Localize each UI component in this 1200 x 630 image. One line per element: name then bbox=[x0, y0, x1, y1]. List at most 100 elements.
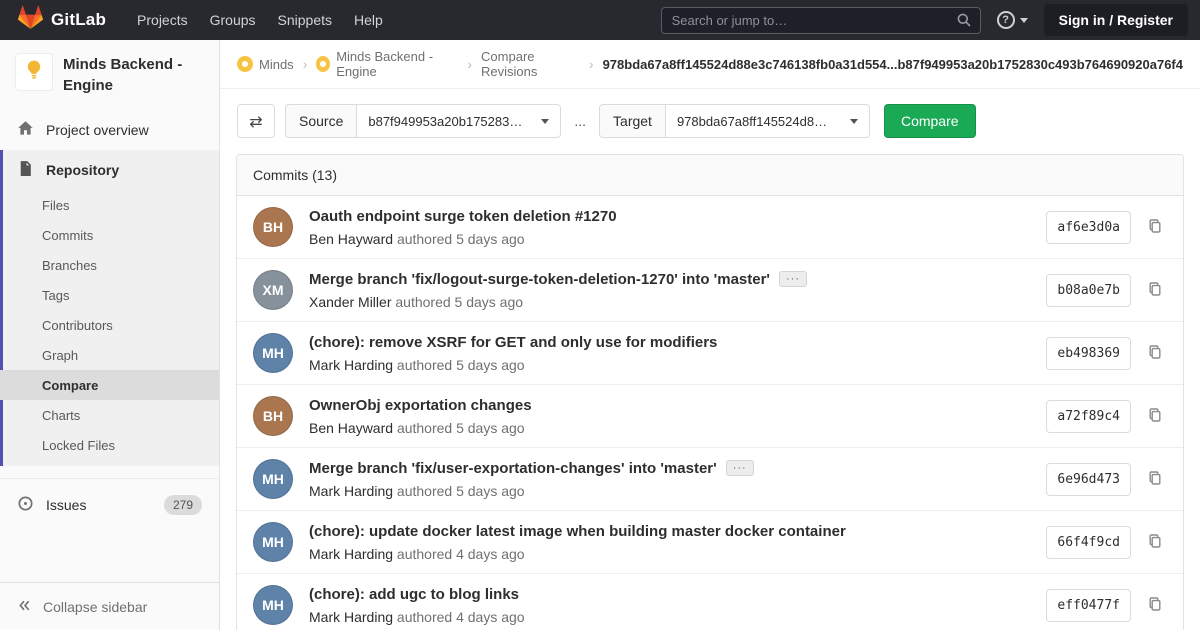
commit-authored-time: authored 4 days ago bbox=[397, 546, 525, 562]
sidebar-subitem-graph[interactable]: Graph bbox=[0, 340, 219, 370]
commits-header: Commits (13) bbox=[237, 155, 1183, 196]
sidebar-subitem-files[interactable]: Files bbox=[0, 190, 219, 220]
issues-icon bbox=[17, 495, 34, 515]
search-icon bbox=[956, 12, 972, 33]
avatar[interactable]: XM bbox=[253, 270, 293, 310]
breadcrumb-separator: › bbox=[303, 56, 308, 72]
breadcrumb-group-label: Minds bbox=[259, 57, 294, 72]
commit-author-link[interactable]: Mark Harding bbox=[309, 609, 393, 625]
commit-author-link[interactable]: Ben Hayward bbox=[309, 231, 393, 247]
avatar-initials: BH bbox=[263, 219, 283, 235]
project-avatar-icon bbox=[316, 56, 330, 72]
avatar[interactable]: MH bbox=[253, 585, 293, 625]
source-revision-dropdown[interactable]: b87f949953a20b175283… bbox=[356, 104, 561, 138]
commit-authored-time: authored 5 days ago bbox=[397, 483, 525, 499]
breadcrumb-project-link[interactable]: Minds Backend - Engine bbox=[316, 49, 458, 79]
repository-icon bbox=[17, 160, 34, 180]
commit-author-link[interactable]: Xander Miller bbox=[309, 294, 391, 310]
sign-in-register-button[interactable]: Sign in / Register bbox=[1044, 4, 1188, 36]
commit-sha[interactable]: a72f89c4 bbox=[1046, 400, 1131, 433]
repository-submenu: Files Commits Branches Tags Contributors… bbox=[0, 190, 219, 460]
navbar-item-groups[interactable]: Groups bbox=[199, 6, 267, 34]
sidebar-subitem-charts[interactable]: Charts bbox=[0, 400, 219, 430]
sidebar-subitem-locked-files[interactable]: Locked Files bbox=[0, 430, 219, 460]
commit-sha[interactable]: 6e96d473 bbox=[1046, 463, 1131, 496]
avatar[interactable]: MH bbox=[253, 522, 293, 562]
sidebar-subitem-commits[interactable]: Commits bbox=[0, 220, 219, 250]
commit-title-link[interactable]: (chore): update docker latest image when… bbox=[309, 523, 846, 540]
sidebar-item-project-overview[interactable]: Project overview bbox=[0, 110, 219, 150]
sidebar-item-label: Project overview bbox=[46, 122, 149, 138]
commit-author-link[interactable]: Ben Hayward bbox=[309, 420, 393, 436]
avatar-initials: MH bbox=[262, 345, 284, 361]
copy-commit-sha-button[interactable] bbox=[1143, 214, 1167, 241]
compare-button[interactable]: Compare bbox=[884, 104, 976, 138]
sidebar-item-repository[interactable]: Repository bbox=[0, 150, 219, 190]
sidebar-item-issues[interactable]: Issues 279 bbox=[0, 485, 219, 525]
commit-author-link[interactable]: Mark Harding bbox=[309, 483, 393, 499]
target-revision-value: 978bda67a8ff145524d8… bbox=[677, 114, 827, 129]
expand-commit-description-button[interactable]: ··· bbox=[779, 271, 807, 287]
sidebar-subitem-tags[interactable]: Tags bbox=[0, 280, 219, 310]
commit-title-link[interactable]: Merge branch 'fix/user-exportation-chang… bbox=[309, 460, 717, 477]
clipboard-icon bbox=[1147, 407, 1163, 423]
project-title[interactable]: Minds Backend - Engine bbox=[63, 54, 204, 96]
avatar[interactable]: MH bbox=[253, 459, 293, 499]
search-input[interactable] bbox=[661, 7, 981, 34]
copy-commit-sha-button[interactable] bbox=[1143, 340, 1167, 367]
avatar-initials: BH bbox=[263, 408, 283, 424]
collapse-sidebar-button[interactable]: Collapse sidebar bbox=[0, 582, 219, 630]
clipboard-icon bbox=[1147, 470, 1163, 486]
sidebar-item-label: Issues bbox=[46, 497, 86, 513]
expand-commit-description-button[interactable]: ··· bbox=[726, 460, 754, 476]
commit-sha-group: 66f4f9cd bbox=[1046, 526, 1167, 559]
navbar-item-help[interactable]: Help bbox=[343, 6, 394, 34]
global-search bbox=[661, 7, 981, 34]
commit-title-link[interactable]: OwnerObj exportation changes bbox=[309, 397, 532, 414]
commit-row: XM Merge branch 'fix/logout-surge-token-… bbox=[237, 258, 1183, 321]
sidebar-subitem-contributors[interactable]: Contributors bbox=[0, 310, 219, 340]
compare-form: ⇄ Source b87f949953a20b175283… ... Targe… bbox=[220, 89, 1200, 151]
commit-sha-group: eb498369 bbox=[1046, 337, 1167, 370]
breadcrumb-project-label: Minds Backend - Engine bbox=[336, 49, 458, 79]
copy-commit-sha-button[interactable] bbox=[1143, 403, 1167, 430]
breadcrumb-group-link[interactable]: Minds bbox=[237, 56, 294, 72]
swap-revisions-button[interactable]: ⇄ bbox=[237, 104, 275, 138]
sidebar-subitem-compare[interactable]: Compare bbox=[0, 370, 219, 400]
navbar-item-snippets[interactable]: Snippets bbox=[267, 6, 343, 34]
avatar[interactable]: BH bbox=[253, 207, 293, 247]
avatar[interactable]: BH bbox=[253, 396, 293, 436]
commit-title-link[interactable]: Oauth endpoint surge token deletion #127… bbox=[309, 208, 617, 225]
help-dropdown[interactable]: ? bbox=[997, 11, 1028, 29]
project-avatar[interactable] bbox=[15, 53, 53, 91]
commit-title-link[interactable]: Merge branch 'fix/logout-surge-token-del… bbox=[309, 271, 770, 288]
copy-commit-sha-button[interactable] bbox=[1143, 277, 1167, 304]
navbar-item-projects[interactable]: Projects bbox=[126, 6, 199, 34]
commit-sha[interactable]: af6e3d0a bbox=[1046, 211, 1131, 244]
commit-author-link[interactable]: Mark Harding bbox=[309, 546, 393, 562]
swap-icon: ⇄ bbox=[249, 112, 262, 131]
commit-row: MH (chore): add ugc to blog links Mark H… bbox=[237, 573, 1183, 630]
copy-commit-sha-button[interactable] bbox=[1143, 466, 1167, 493]
commit-info: (chore): remove XSRF for GET and only us… bbox=[309, 334, 1030, 373]
avatar[interactable]: MH bbox=[253, 333, 293, 373]
clipboard-icon bbox=[1147, 596, 1163, 612]
breadcrumb-separator: › bbox=[589, 56, 594, 72]
clipboard-icon bbox=[1147, 281, 1163, 297]
chevron-down-icon bbox=[1020, 18, 1028, 23]
commit-sha[interactable]: eff0477f bbox=[1046, 589, 1131, 622]
commit-title-link[interactable]: (chore): add ugc to blog links bbox=[309, 586, 519, 603]
commit-title-link[interactable]: (chore): remove XSRF for GET and only us… bbox=[309, 334, 717, 351]
target-revision-dropdown[interactable]: 978bda67a8ff145524d8… bbox=[665, 104, 870, 138]
breadcrumb-compare-revisions-link[interactable]: Compare Revisions bbox=[481, 49, 580, 79]
commit-sha[interactable]: eb498369 bbox=[1046, 337, 1131, 370]
commit-sha[interactable]: b08a0e7b bbox=[1046, 274, 1131, 307]
commit-author-link[interactable]: Mark Harding bbox=[309, 357, 393, 373]
copy-commit-sha-button[interactable] bbox=[1143, 592, 1167, 619]
commit-authored-time: authored 5 days ago bbox=[397, 357, 525, 373]
chevron-down-icon bbox=[850, 119, 858, 124]
copy-commit-sha-button[interactable] bbox=[1143, 529, 1167, 556]
sidebar-subitem-branches[interactable]: Branches bbox=[0, 250, 219, 280]
commit-sha[interactable]: 66f4f9cd bbox=[1046, 526, 1131, 559]
gitlab-home-link[interactable]: GitLab bbox=[12, 5, 112, 35]
